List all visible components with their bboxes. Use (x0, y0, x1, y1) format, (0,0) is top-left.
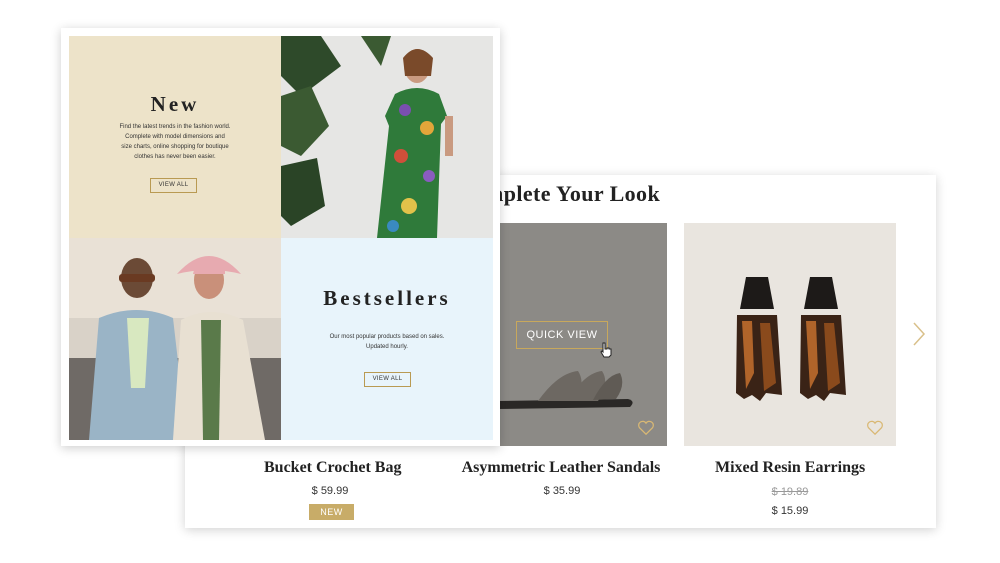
tile-description: Find the latest trends in the fashion wo… (119, 124, 231, 160)
new-badge: NEW (309, 504, 354, 520)
product-price: $ 15.99 (771, 505, 809, 517)
view-all-button[interactable]: VIEW ALL (364, 372, 411, 387)
product-old-price: $ 19.89 (771, 486, 809, 498)
heart-icon[interactable] (637, 420, 655, 436)
section-title: mplete Your Look (485, 181, 661, 206)
product-image-sandals[interactable]: QUICK VIEW (498, 223, 667, 446)
quick-view-button[interactable]: QUICK VIEW (516, 321, 608, 349)
dress-photo (281, 36, 493, 238)
tile-title: New (150, 92, 200, 116)
model-photo-coats[interactable] (69, 238, 281, 440)
hand-cursor-icon (600, 342, 612, 358)
product-name[interactable]: Asymmetric Leather Sandals (461, 459, 661, 477)
heart-icon[interactable] (866, 420, 884, 436)
new-arrivals-tile: New Find the latest trends in the fashio… (69, 36, 281, 238)
chevron-right-icon[interactable] (912, 321, 926, 347)
view-all-button[interactable]: VIEW ALL (150, 178, 197, 193)
tile-title: Bestsellers (323, 286, 451, 310)
bestsellers-tile: Bestsellers Our most popular products ba… (281, 238, 493, 440)
tile-description: Our most popular products based on sales… (329, 334, 445, 350)
earrings-illustration (736, 277, 846, 401)
product-price: $ 35.99 (543, 485, 581, 497)
product-name[interactable]: Bucket Crochet Bag (264, 459, 401, 477)
category-grid-card: New Find the latest trends in the fashio… (61, 28, 500, 446)
product-image-earrings[interactable] (684, 223, 896, 446)
model-photo-dress[interactable] (281, 36, 493, 238)
coats-photo (69, 238, 281, 440)
product-price: $ 59.99 (311, 485, 349, 497)
product-name[interactable]: Mixed Resin Earrings (715, 459, 865, 477)
